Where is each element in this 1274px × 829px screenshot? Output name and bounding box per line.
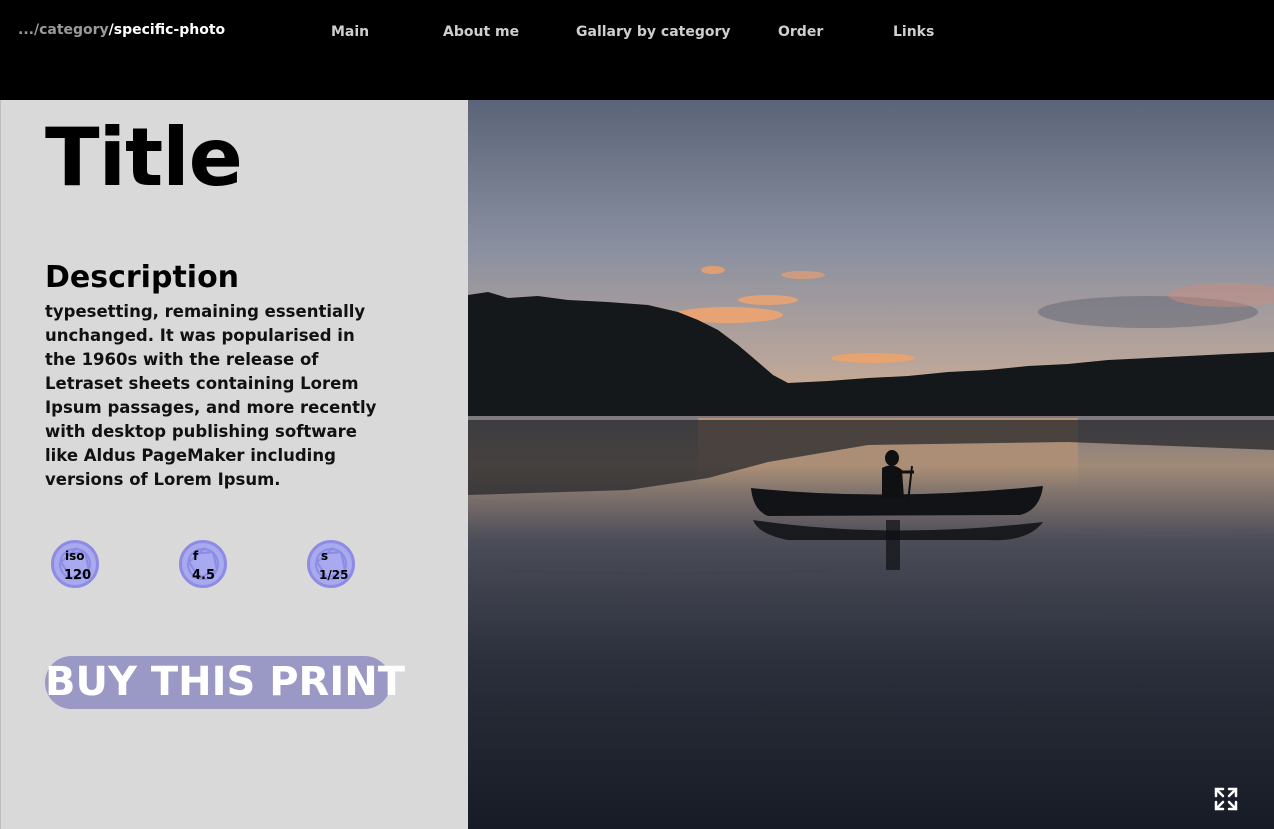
lake-canoe-photo (468, 100, 1274, 829)
stat-iso-label: iso (65, 549, 85, 563)
main-photo[interactable] (468, 100, 1274, 829)
expand-icon[interactable] (1214, 787, 1238, 811)
description-text: typesetting, remaining essentially uncha… (45, 302, 377, 489)
stat-shutter-value: 1/25 (319, 568, 349, 582)
stat-aperture: f 4.5 (179, 540, 227, 588)
breadcrumb: .../category/specific-photo (18, 22, 225, 38)
nav-links[interactable]: Links (893, 24, 934, 40)
nav-main[interactable]: Main (331, 24, 369, 40)
stat-shutter: s 1/25 (307, 540, 355, 588)
breadcrumb-current: /specific-photo (108, 22, 226, 38)
photo-info-panel: Title Description typesetting, remaining… (0, 100, 468, 829)
stat-shutter-label: s (321, 549, 329, 563)
stat-aperture-label: f (193, 549, 199, 563)
stat-iso: iso 120 (51, 540, 99, 588)
stat-iso-value: 120 (64, 568, 92, 583)
nav-about-me[interactable]: About me (443, 24, 519, 40)
page-title: Title (45, 111, 243, 204)
nav-gallery-by-category[interactable]: Gallary by category (576, 24, 731, 40)
top-navigation-bar: .../category/specific-photo Main About m… (0, 0, 1274, 100)
stat-aperture-value: 4.5 (192, 568, 216, 583)
buy-print-button[interactable]: BUY THIS PRINT (45, 656, 405, 709)
description-heading: Description (45, 260, 240, 295)
breadcrumb-parent[interactable]: .../category (18, 22, 109, 38)
nav-order[interactable]: Order (778, 24, 823, 40)
